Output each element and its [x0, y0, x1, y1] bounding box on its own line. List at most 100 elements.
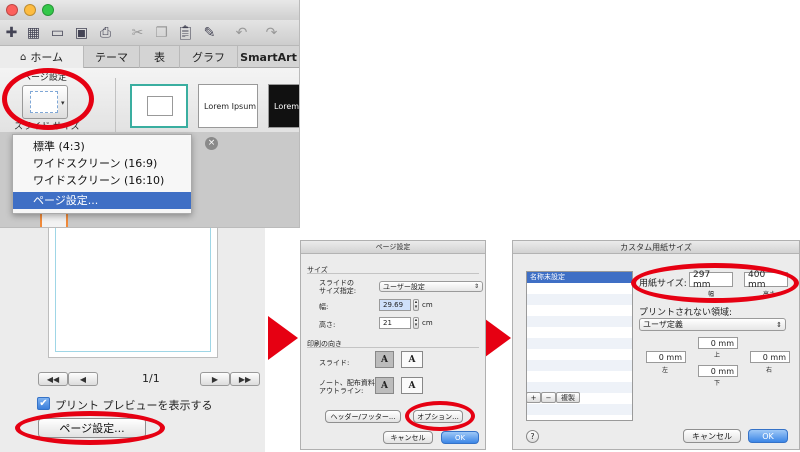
show-preview-checkbox[interactable]: ✔: [37, 397, 50, 410]
chevron-updown-icon: ⇕: [473, 283, 479, 290]
ok-button[interactable]: OK: [441, 431, 479, 444]
section-divider: [307, 347, 479, 348]
prev-page-button[interactable]: ◀: [68, 372, 98, 386]
highlight-circle-slide-size: [2, 68, 94, 130]
margin-bottom-input[interactable]: 0 mm: [698, 365, 738, 377]
non-printable-label: プリントされない領域:: [639, 308, 733, 318]
list-item: [527, 404, 632, 415]
tab-themes[interactable]: テーマ: [84, 46, 140, 68]
custom-paper-size-dialog: カスタム用紙サイズ 名称未設定 + − 複製 用紙サイズ: 297 mm 幅 4…: [512, 240, 800, 450]
notes-orientation-label: ノート、配布資料、 アウトライン:: [319, 379, 382, 395]
margin-left-input[interactable]: 0 mm: [646, 351, 686, 363]
slides-landscape-icon[interactable]: A: [401, 351, 423, 368]
list-item: [527, 316, 632, 327]
close-window-button[interactable]: [6, 4, 18, 16]
height-stepper[interactable]: ▴ ▾: [413, 317, 419, 329]
add-button[interactable]: +: [526, 392, 541, 403]
tab-table[interactable]: 表: [140, 46, 180, 68]
gallery-icon[interactable]: ▦: [24, 23, 43, 42]
page-setup-dialog: ページ設定 サイズ スライドの サイズ指定: ユーザー設定 ⇕ 幅: 29.69…: [300, 240, 486, 450]
width-unit: cm: [422, 301, 433, 309]
duplicate-button[interactable]: 複製: [556, 392, 580, 403]
next-page-button[interactable]: ▶: [200, 372, 230, 386]
highlight-circle-page-setup: [15, 411, 165, 445]
cancel-button[interactable]: キャンセル: [383, 431, 433, 444]
non-printable-value: ユーザ定義: [643, 320, 683, 329]
theme-thumbnail-1[interactable]: [130, 84, 188, 128]
first-page-button[interactable]: ◀◀: [38, 372, 68, 386]
ribbon-tabs: ⌂ ホーム テーマ 表 グラフ SmartArt: [0, 46, 299, 68]
top-caption: 上: [714, 352, 721, 359]
page-boundary: [55, 228, 211, 352]
slide-size-select[interactable]: ユーザー設定 ⇕: [379, 281, 483, 292]
ok-button[interactable]: OK: [748, 429, 788, 443]
standard-toolbar: ✚ ▦ ▭ ▣ ⎙ ✂ ❐ 📋︎ ✎ ↶ ↷: [0, 20, 299, 46]
paste-icon[interactable]: 📋︎: [176, 23, 195, 42]
list-item: [527, 360, 632, 371]
width-input[interactable]: 29.69: [379, 299, 411, 311]
page-counter: 1/1: [142, 372, 160, 385]
menu-item-standard[interactable]: 標準 (4:3): [33, 138, 85, 154]
list-item: [527, 338, 632, 349]
last-page-button[interactable]: ▶▶: [230, 372, 260, 386]
slides-orientation-label: スライド:: [319, 359, 350, 367]
minimize-window-button[interactable]: [24, 4, 36, 16]
notes-landscape-icon[interactable]: A: [401, 377, 423, 394]
arrow-right-icon: [268, 316, 298, 360]
save-icon[interactable]: ▣: [72, 23, 91, 42]
ribbon-panel: ✚ ▦ ▭ ▣ ⎙ ✂ ❐ 📋︎ ✎ ↶ ↷ ⌂ ホーム テーマ 表 グラフ S…: [0, 0, 300, 228]
new-presentation-icon[interactable]: ✚: [2, 23, 21, 42]
open-folder-icon[interactable]: ▭: [48, 23, 67, 42]
non-printable-select[interactable]: ユーザ定義 ⇕: [639, 318, 786, 331]
ribbon-divider: [115, 78, 116, 132]
margin-top-input[interactable]: 0 mm: [698, 337, 738, 349]
notes-portrait-icon[interactable]: A: [375, 377, 394, 394]
cancel-button[interactable]: キャンセル: [683, 429, 741, 443]
print-preview-area: [48, 228, 218, 358]
cut-icon[interactable]: ✂: [128, 23, 147, 42]
highlight-circle-options: [405, 401, 475, 431]
chevron-updown-icon: ⇕: [776, 320, 782, 329]
undo-icon[interactable]: ↶: [232, 23, 251, 42]
right-caption: 右: [766, 367, 773, 374]
theme-thumbnail-2[interactable]: Lorem Ipsum: [198, 84, 258, 128]
remove-button[interactable]: −: [541, 392, 556, 403]
tab-smartart[interactable]: SmartArt: [238, 46, 299, 68]
menu-item-widescreen-16-10[interactable]: ワイドスクリーン (16:10): [33, 172, 164, 188]
section-divider: [307, 273, 479, 274]
redo-icon[interactable]: ↷: [262, 23, 281, 42]
zoom-window-button[interactable]: [42, 4, 54, 16]
width-label: 幅:: [319, 303, 329, 311]
menu-item-page-setup[interactable]: ページ設定...: [13, 192, 191, 209]
format-painter-icon[interactable]: ✎: [200, 23, 219, 42]
dialog-title: ページ設定: [301, 241, 485, 254]
menu-item-widescreen-16-9[interactable]: ワイドスクリーン (16:9): [33, 155, 157, 171]
list-item[interactable]: 名称未設定: [527, 272, 632, 283]
window-titlebar: [0, 0, 299, 20]
slide-size-value: ユーザー設定: [383, 282, 425, 291]
height-unit: cm: [422, 319, 433, 327]
slide-size-menu: 標準 (4:3) ワイドスクリーン (16:9) ワイドスクリーン (16:10…: [12, 134, 192, 214]
help-button[interactable]: ?: [526, 430, 539, 443]
print-icon[interactable]: ⎙: [96, 23, 115, 42]
theme-thumbnail-3[interactable]: Lorem I: [268, 84, 300, 128]
height-label: 高さ:: [319, 321, 336, 329]
tab-home-label: ホーム: [30, 51, 64, 64]
height-input[interactable]: 21: [379, 317, 411, 329]
theme-thumbnail-2-label: Lorem Ipsum: [204, 101, 257, 111]
blank-slide-preview: [147, 96, 173, 116]
list-item: [527, 294, 632, 305]
header-footer-button[interactable]: ヘッダー/フッター...: [325, 410, 401, 423]
tab-charts[interactable]: グラフ: [180, 46, 238, 68]
theme-thumbnail-3-label: Lorem I: [274, 101, 300, 111]
width-stepper[interactable]: ▴ ▾: [413, 299, 419, 311]
margin-right-input[interactable]: 0 mm: [750, 351, 790, 363]
left-caption: 左: [662, 367, 669, 374]
print-dialog-panel: ◀◀ ◀ 1/1 ▶ ▶▶ ✔ プリント プレビューを表示する ページ設定...: [0, 228, 265, 452]
slides-portrait-icon[interactable]: A: [375, 351, 394, 368]
bottom-caption: 下: [714, 380, 721, 387]
close-icon[interactable]: ×: [205, 137, 218, 150]
highlight-circle-paper-size: [631, 263, 799, 303]
copy-icon[interactable]: ❐: [152, 23, 171, 42]
tab-home[interactable]: ⌂ ホーム: [0, 46, 84, 68]
